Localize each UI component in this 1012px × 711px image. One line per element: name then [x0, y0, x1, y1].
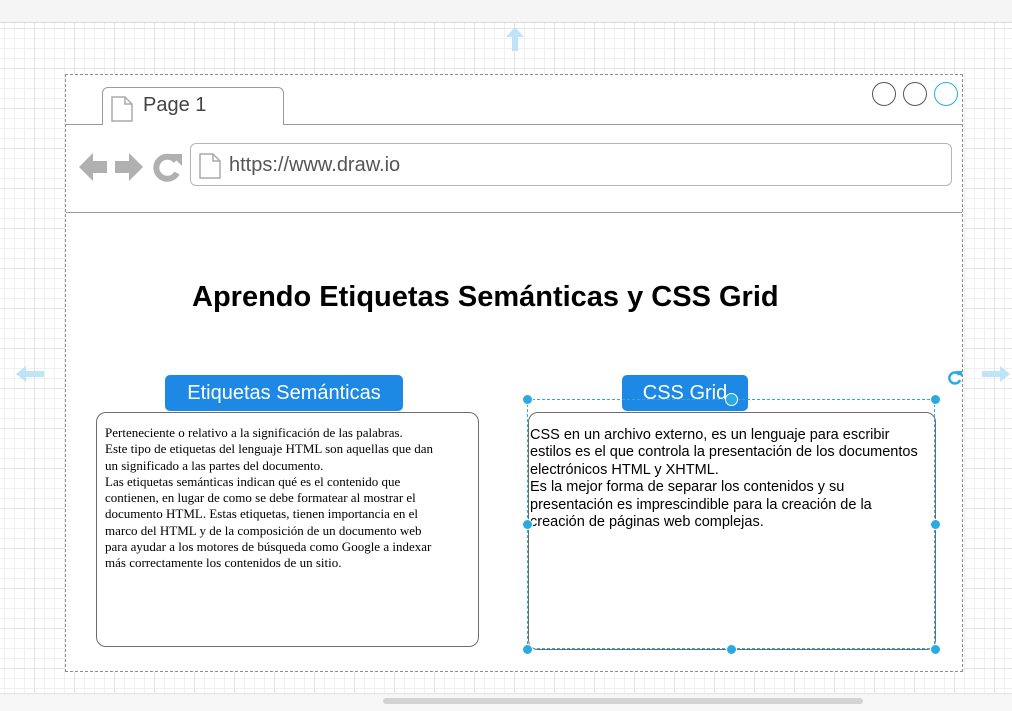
- connect-arrow-right-icon[interactable]: [982, 364, 1012, 384]
- semantic-tags-text: Perteneciente o relativo a la significac…: [105, 425, 434, 571]
- resize-handle-se[interactable]: [930, 644, 941, 655]
- top-toolbar-strip: [0, 0, 1012, 23]
- resize-handle-sw[interactable]: [522, 644, 533, 655]
- window-maximize-button[interactable]: [903, 82, 927, 106]
- semantic-tags-card[interactable]: Perteneciente o relativo a la significac…: [96, 412, 479, 647]
- resize-handle-nw[interactable]: [522, 394, 533, 405]
- back-arrow-icon[interactable]: [79, 152, 109, 182]
- content-divider: [66, 212, 962, 213]
- window-close-button[interactable]: [934, 82, 958, 106]
- address-bar[interactable]: https://www.draw.io: [190, 143, 952, 186]
- semantic-tags-heading[interactable]: Etiquetas Semánticas: [165, 375, 403, 411]
- resize-handle-ne[interactable]: [930, 394, 941, 405]
- rotate-handle-icon[interactable]: [947, 370, 963, 386]
- page-title: Aprendo Etiquetas Semánticas y CSS Grid: [192, 281, 779, 313]
- resize-handle-w[interactable]: [522, 519, 533, 530]
- connect-arrow-up-icon[interactable]: [505, 25, 525, 53]
- resize-handle-e[interactable]: [930, 519, 941, 530]
- browser-window-mockup[interactable]: Page 1 https://www.draw.io Aprendo Etiqu…: [65, 74, 963, 672]
- tab-label: Page 1: [143, 94, 207, 116]
- browser-tab[interactable]: Page 1: [102, 87, 284, 125]
- resize-handle-n[interactable]: [725, 393, 738, 406]
- refresh-icon[interactable]: [152, 152, 184, 184]
- url-text: https://www.draw.io: [229, 154, 401, 176]
- css-grid-text: CSS en un archivo externo, es un lenguaj…: [530, 427, 918, 531]
- page-icon: [111, 96, 133, 122]
- page-icon: [199, 153, 221, 179]
- window-minimize-button[interactable]: [872, 82, 896, 106]
- css-grid-card[interactable]: CSS en un archivo externo, es un lenguaj…: [528, 412, 936, 650]
- forward-arrow-icon[interactable]: [115, 152, 145, 182]
- connect-arrow-left-icon[interactable]: [14, 364, 46, 384]
- resize-handle-s[interactable]: [726, 644, 737, 655]
- horizontal-scrollbar[interactable]: [383, 698, 863, 704]
